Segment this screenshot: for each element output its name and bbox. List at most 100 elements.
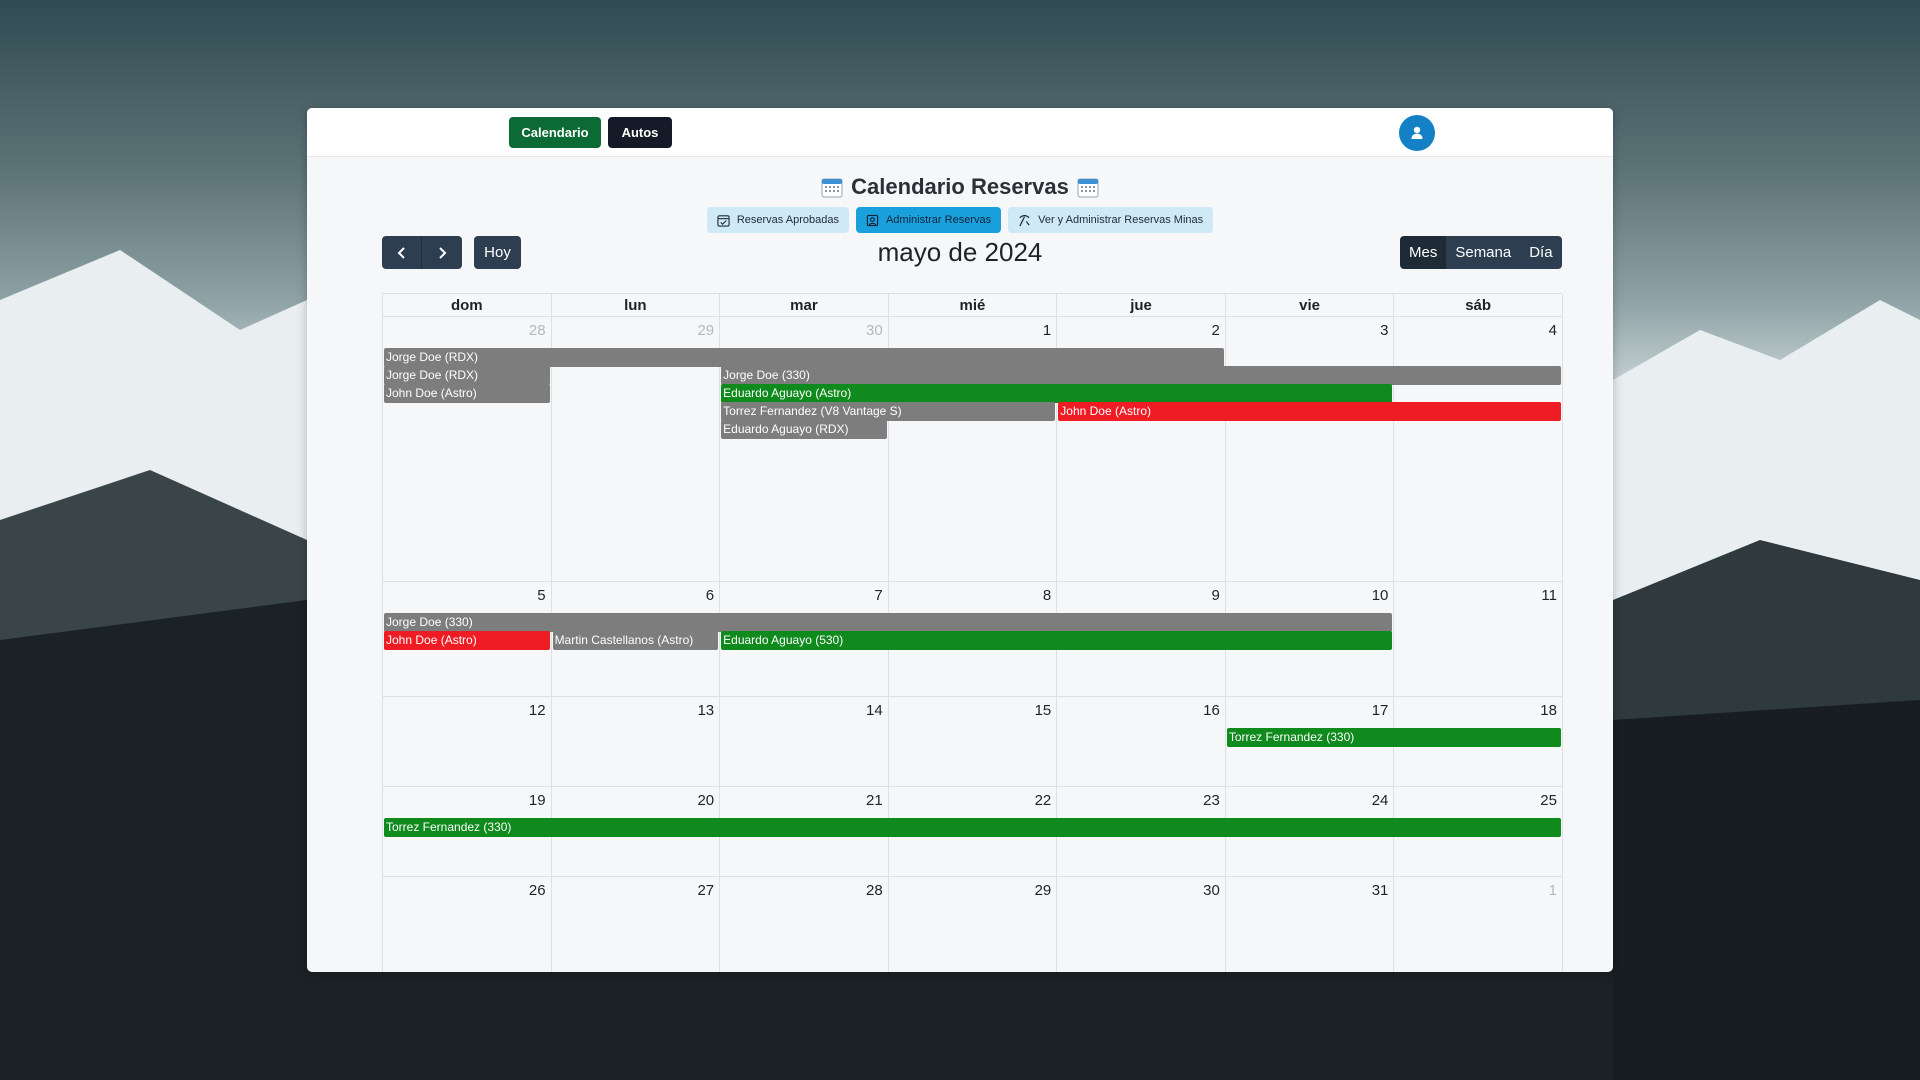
day-number[interactable]: 19 bbox=[529, 792, 546, 809]
weekday-header-cell: lun bbox=[551, 294, 721, 317]
weekday-header-cell: mar bbox=[720, 294, 889, 317]
event-bar[interactable]: John Doe (Astro) bbox=[384, 384, 550, 403]
day-number[interactable]: 22 bbox=[1035, 792, 1052, 809]
day-number[interactable]: 18 bbox=[1540, 702, 1557, 719]
day-cell[interactable]: 26 bbox=[383, 877, 552, 972]
mines-reservations-button[interactable]: Ver y Administrar Reservas Minas bbox=[1008, 207, 1214, 233]
day-number[interactable]: 31 bbox=[1372, 882, 1389, 899]
day-cell[interactable]: 3 bbox=[1226, 317, 1395, 581]
event-bar[interactable]: Jorge Doe (330) bbox=[384, 613, 1393, 632]
calendar-grid: dom lun mar mié jue vie sáb 28 29 30 1 2 3 4 Jo… bbox=[382, 293, 1563, 972]
day-number[interactable]: 12 bbox=[529, 702, 546, 719]
day-number[interactable]: 9 bbox=[1212, 587, 1220, 604]
week-row: 12 13 14 15 16 17 18 Torrez Fernandez (330) bbox=[383, 697, 1563, 787]
day-number[interactable]: 25 bbox=[1540, 792, 1557, 809]
day-cell[interactable]: 28 bbox=[720, 877, 889, 972]
weekday-header-cell: vie bbox=[1225, 294, 1395, 317]
autos-nav-button[interactable]: Autos bbox=[608, 117, 672, 148]
day-number[interactable]: 5 bbox=[537, 587, 545, 604]
day-number[interactable]: 28 bbox=[866, 882, 883, 899]
day-number[interactable]: 24 bbox=[1372, 792, 1389, 809]
user-badge-icon bbox=[866, 214, 879, 226]
day-number[interactable]: 16 bbox=[1203, 702, 1220, 719]
day-cell[interactable]: 4 bbox=[1394, 317, 1563, 581]
event-bar[interactable]: Jorge Doe (330) bbox=[721, 366, 1561, 385]
day-number[interactable]: 20 bbox=[697, 792, 714, 809]
day-number[interactable]: 2 bbox=[1212, 322, 1220, 339]
day-cell[interactable]: 30 bbox=[1057, 877, 1226, 972]
day-cell[interactable]: 31 bbox=[1226, 877, 1395, 972]
event-bar[interactable]: Eduardo Aguayo (RDX) bbox=[721, 420, 887, 439]
day-cell[interactable]: 16 bbox=[1057, 697, 1226, 786]
event-bar[interactable]: Eduardo Aguayo (Astro) bbox=[721, 384, 1393, 403]
weekday-header-cell: dom bbox=[383, 294, 552, 317]
day-number[interactable]: 26 bbox=[529, 882, 546, 899]
day-cell[interactable]: 13 bbox=[552, 697, 721, 786]
calendar-icon bbox=[821, 178, 843, 198]
reservation-links: Reservas Aprobadas Administrar Reservas … bbox=[307, 207, 1613, 233]
manage-reservations-label: Administrar Reservas bbox=[885, 214, 992, 226]
day-number[interactable]: 23 bbox=[1203, 792, 1220, 809]
page-title: Calendario Reservas bbox=[851, 174, 1069, 199]
day-number[interactable]: 3 bbox=[1380, 322, 1388, 339]
calendar-check-icon bbox=[717, 214, 730, 227]
weekday-header-cell: mié bbox=[888, 294, 1058, 317]
manage-reservations-button[interactable]: Administrar Reservas bbox=[855, 207, 1002, 233]
view-month-button[interactable]: Mes bbox=[1400, 236, 1447, 269]
view-day-button[interactable]: Día bbox=[1520, 236, 1562, 269]
event-bar[interactable]: Torrez Fernandez (330) bbox=[1226, 728, 1561, 747]
week-row: 28 29 30 1 2 3 4 Jorge Doe (RDX) Jorge Doe (RDX)… bbox=[383, 317, 1563, 582]
day-number[interactable]: 1 bbox=[1043, 322, 1051, 339]
event-bar[interactable]: Torrez Fernandez (V8 Vantage S) bbox=[721, 402, 1056, 421]
view-week-button[interactable]: Semana bbox=[1446, 236, 1521, 269]
day-cell[interactable]: 1 bbox=[1394, 877, 1563, 972]
day-number[interactable]: 7 bbox=[874, 587, 882, 604]
weekday-header-cell: sáb bbox=[1394, 294, 1563, 317]
day-cell[interactable]: 12 bbox=[383, 697, 552, 786]
week-row: 26 27 28 29 30 31 1 bbox=[383, 877, 1563, 972]
day-cell[interactable]: 11 bbox=[1394, 582, 1563, 696]
day-cell[interactable]: 14 bbox=[720, 697, 889, 786]
day-number[interactable]: 10 bbox=[1372, 587, 1389, 604]
calendar-icon bbox=[1077, 178, 1099, 198]
calendar-nav-button[interactable]: Calendario bbox=[509, 117, 601, 148]
day-number[interactable]: 17 bbox=[1372, 702, 1389, 719]
weekday-header-cell: jue bbox=[1057, 294, 1226, 317]
top-navbar: Calendario Autos bbox=[307, 108, 1613, 157]
event-bar[interactable]: Torrez Fernandez (330) bbox=[384, 818, 1561, 837]
day-number[interactable]: 11 bbox=[1541, 587, 1557, 604]
event-bar[interactable]: Martin Castellanos (Astro) bbox=[552, 631, 719, 650]
day-cell[interactable]: 15 bbox=[889, 697, 1058, 786]
day-number[interactable]: 28 bbox=[529, 322, 546, 339]
day-number[interactable]: 13 bbox=[697, 702, 714, 719]
event-bar[interactable]: John Doe (Astro) bbox=[384, 631, 550, 650]
mines-reservations-label: Ver y Administrar Reservas Minas bbox=[1038, 214, 1204, 226]
day-number[interactable]: 8 bbox=[1043, 587, 1051, 604]
event-bar[interactable]: Jorge Doe (RDX) bbox=[384, 366, 550, 385]
event-bar[interactable]: Eduardo Aguayo (530) bbox=[721, 631, 1393, 650]
week-row: 19 20 21 22 23 24 25 Torrez Fernandez (330) bbox=[383, 787, 1563, 877]
day-number[interactable]: 21 bbox=[866, 792, 883, 809]
user-avatar[interactable] bbox=[1399, 115, 1435, 151]
day-number[interactable]: 30 bbox=[1203, 882, 1220, 899]
page-header: Calendario Reservas bbox=[307, 172, 1613, 202]
day-number[interactable]: 4 bbox=[1549, 322, 1557, 339]
day-cell[interactable]: 27 bbox=[552, 877, 721, 972]
approved-reservations-label: Reservas Aprobadas bbox=[736, 214, 839, 226]
day-number[interactable]: 27 bbox=[697, 882, 714, 899]
weekday-header: dom lun mar mié jue vie sáb bbox=[383, 294, 1563, 317]
approved-reservations-button[interactable]: Reservas Aprobadas bbox=[706, 207, 849, 233]
event-bar[interactable]: John Doe (Astro) bbox=[1058, 402, 1561, 421]
day-number[interactable]: 15 bbox=[1035, 702, 1052, 719]
day-number[interactable]: 29 bbox=[1035, 882, 1052, 899]
event-bar[interactable]: Jorge Doe (RDX) bbox=[384, 348, 1224, 367]
week-row: 5 6 7 8 9 10 11 Jorge Doe (330) John Doe (Astro)… bbox=[383, 582, 1563, 697]
view-switcher: Mes Semana Día bbox=[1400, 236, 1562, 269]
day-number[interactable]: 30 bbox=[866, 322, 883, 339]
day-cell[interactable]: 29 bbox=[889, 877, 1058, 972]
day-number[interactable]: 6 bbox=[706, 587, 714, 604]
day-number[interactable]: 1 bbox=[1549, 882, 1557, 899]
day-number[interactable]: 14 bbox=[866, 702, 883, 719]
day-number[interactable]: 29 bbox=[697, 322, 714, 339]
user-icon bbox=[1411, 126, 1423, 139]
